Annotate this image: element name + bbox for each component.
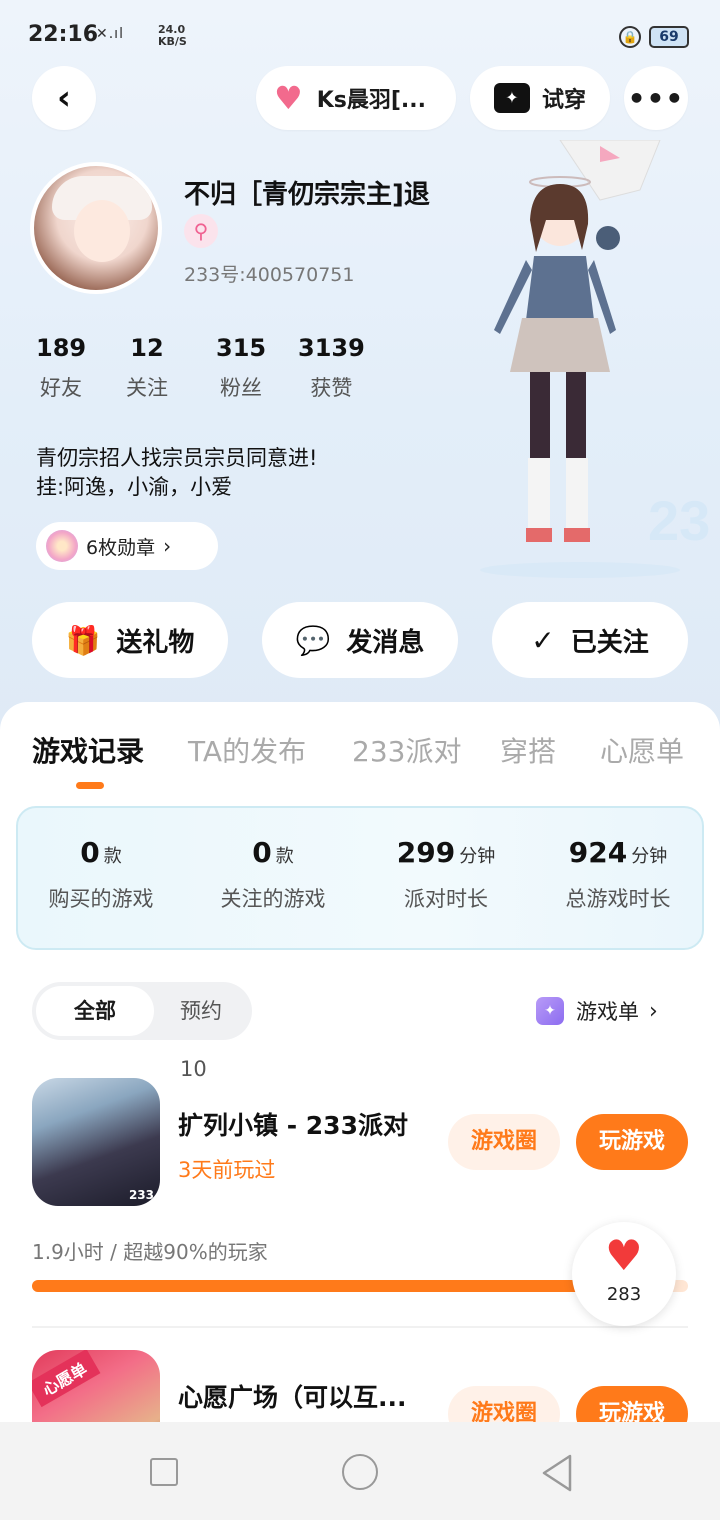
followed-label: 已关注 bbox=[570, 627, 649, 658]
try-on-button[interactable]: ✦ 试穿 bbox=[470, 66, 610, 130]
play-game-button[interactable]: 玩游戏 bbox=[576, 1114, 688, 1170]
divider bbox=[32, 1326, 688, 1328]
game-title[interactable]: 扩列小镇 - 233派对 bbox=[178, 1106, 408, 1142]
try-on-label: 试穿 bbox=[541, 88, 586, 113]
stat-label: 好友 bbox=[40, 376, 83, 400]
network-speed: 24.0 KB/S bbox=[158, 24, 187, 48]
stat-label: 总游戏时长 bbox=[565, 887, 671, 911]
avatar[interactable] bbox=[30, 162, 162, 294]
game-icon[interactable]: 233 bbox=[32, 1078, 160, 1206]
send-gift-button[interactable]: 🎁 送礼物 bbox=[32, 602, 228, 678]
game-playtime: 1.9小时 / 超越90%的玩家 bbox=[32, 1240, 268, 1264]
stat-value: 924 bbox=[568, 836, 628, 869]
female-icon: ⚲ bbox=[184, 214, 218, 248]
medals-label: 6枚勋章 bbox=[86, 536, 156, 559]
signal-icon: ✕.ıl bbox=[96, 26, 124, 42]
tab-outfits[interactable]: 穿搭 bbox=[500, 730, 556, 770]
tab-posts[interactable]: TA的发布 bbox=[188, 730, 306, 770]
status-bar: 22:16 ✕.ıl 24.0 KB/S 🔒 69 bbox=[0, 0, 720, 70]
game-last-played: 3天前玩过 bbox=[178, 1158, 276, 1182]
recent-apps-icon[interactable] bbox=[150, 1458, 178, 1486]
status-time: 22:16 bbox=[28, 22, 99, 47]
back-icon: ‹ bbox=[56, 78, 71, 118]
stat-label: 关注的游戏 bbox=[220, 887, 326, 911]
medal-icon bbox=[46, 530, 78, 562]
stat-value: 0 bbox=[252, 836, 272, 869]
profile-id: 233号:400570751 bbox=[184, 264, 355, 286]
filter-reserved[interactable]: 预约 10 bbox=[180, 982, 252, 1098]
more-icon: ••• bbox=[627, 81, 685, 115]
stat-label: 获赞 bbox=[310, 376, 353, 400]
avatar-face bbox=[74, 200, 130, 262]
game-circle-button[interactable]: 游戏圈 bbox=[448, 1114, 560, 1170]
battery-indicator: 69 bbox=[649, 26, 689, 48]
stat-unit: 款 bbox=[275, 846, 294, 867]
friend-chip-button[interactable]: ♥ Ks晨羽[... bbox=[256, 66, 456, 130]
stat-label: 关注 bbox=[126, 376, 168, 400]
stat-value: 315 bbox=[216, 334, 267, 362]
filter-toggle: 全部 预约 10 bbox=[32, 982, 252, 1081]
stat-fans[interactable]: 315 粉丝 bbox=[216, 334, 266, 402]
game-list-label: 游戏单 bbox=[576, 1000, 639, 1024]
back-nav-icon[interactable] bbox=[540, 1454, 574, 1492]
game-title[interactable]: 心愿广场（可以互... bbox=[178, 1378, 407, 1414]
chevron-right-icon: › bbox=[649, 998, 658, 1024]
svg-text:233: 233 bbox=[648, 489, 710, 552]
stat-value: 12 bbox=[130, 334, 164, 362]
bio-line: 青仞宗招人找宗员宗员同意进! bbox=[36, 446, 318, 470]
shirt-icon: ✦ bbox=[493, 83, 530, 113]
stat-party-time: 299 分钟 派对时长 bbox=[386, 836, 506, 913]
heart-icon: ♥ bbox=[605, 1231, 643, 1280]
stat-purchased-games: 0款 购买的游戏 bbox=[40, 836, 162, 913]
filter-all[interactable]: 全部 bbox=[36, 986, 154, 1036]
gift-icon: 🎁 bbox=[65, 623, 101, 657]
lock-icon: 🔒 bbox=[619, 26, 641, 48]
stat-value: 0 bbox=[80, 836, 100, 869]
game-list-button[interactable]: ✦ 游戏单 › bbox=[536, 996, 658, 1026]
wishlist-tag: 心愿单 bbox=[32, 1350, 101, 1408]
check-icon: ✓ bbox=[531, 623, 555, 657]
stat-unit: 分钟 bbox=[631, 846, 668, 867]
stat-friends[interactable]: 189 好友 bbox=[36, 334, 86, 402]
stat-unit: 分钟 bbox=[459, 846, 496, 867]
followed-button[interactable]: ✓ 已关注 bbox=[492, 602, 688, 678]
medals-button[interactable]: 6枚勋章 › bbox=[36, 522, 218, 570]
profile-name: 不归［青仞宗宗主]退 bbox=[184, 180, 430, 210]
tab-wishlist[interactable]: 心愿单 bbox=[600, 730, 684, 770]
home-icon[interactable] bbox=[342, 1454, 378, 1490]
stat-followed-games: 0款 关注的游戏 bbox=[212, 836, 334, 913]
like-count: 283 bbox=[606, 1284, 642, 1305]
stat-value: 299 bbox=[396, 836, 456, 869]
stat-value: 3139 bbox=[298, 334, 365, 362]
stat-label: 粉丝 bbox=[220, 376, 263, 400]
stat-likes[interactable]: 3139 获赞 bbox=[298, 334, 365, 402]
game-icon-badge: 233 bbox=[128, 1188, 154, 1202]
tab-party[interactable]: 233派对 bbox=[352, 730, 461, 770]
stat-following[interactable]: 12 关注 bbox=[126, 334, 168, 402]
back-button[interactable]: ‹ bbox=[32, 66, 96, 130]
stat-value: 189 bbox=[36, 334, 87, 362]
send-message-button[interactable]: 💬 发消息 bbox=[262, 602, 458, 678]
send-gift-label: 送礼物 bbox=[116, 627, 195, 658]
friend-name: Ks晨羽[... bbox=[316, 88, 426, 113]
tab-game-records[interactable]: 游戏记录 bbox=[32, 730, 144, 770]
sparkle-icon: ✦ bbox=[536, 997, 564, 1025]
stat-label: 购买的游戏 bbox=[48, 887, 154, 911]
stat-unit: 款 bbox=[103, 846, 122, 867]
stat-total-play-time: 924 分钟 总游戏时长 bbox=[556, 836, 680, 913]
heart-icon: ♥ bbox=[274, 79, 303, 117]
message-icon: 💬 bbox=[295, 623, 331, 657]
more-button[interactable]: ••• bbox=[624, 66, 688, 130]
bio-line: 挂:阿逸，小渝，小爱 bbox=[36, 475, 233, 499]
stat-label: 派对时长 bbox=[404, 887, 488, 911]
speed-unit: KB/S bbox=[158, 35, 187, 48]
playtime-progress-fill bbox=[32, 1280, 623, 1292]
chevron-right-icon: › bbox=[163, 534, 172, 558]
avatar-character[interactable]: 233 bbox=[470, 140, 710, 580]
profile-bio: 青仞宗招人找宗员宗员同意进! 挂:阿逸，小渝，小爱 bbox=[36, 444, 317, 502]
like-button[interactable]: ♥ 283 bbox=[572, 1222, 676, 1326]
tab-indicator bbox=[76, 782, 104, 789]
send-message-label: 发消息 bbox=[346, 627, 425, 658]
